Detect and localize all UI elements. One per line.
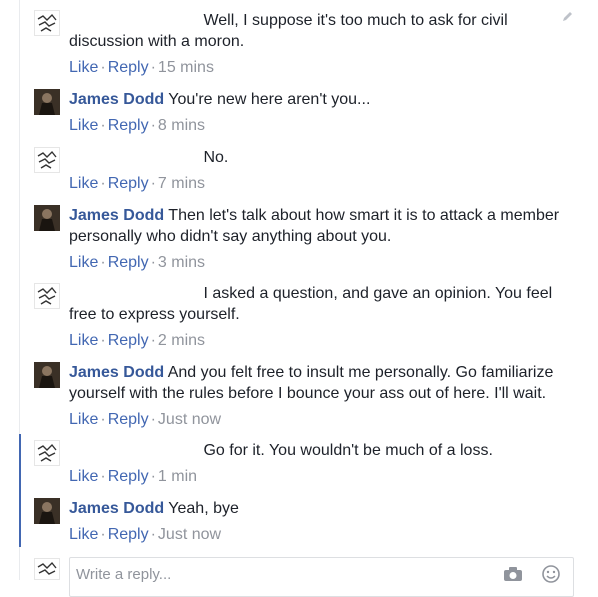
timestamp[interactable]: 15 mins xyxy=(158,59,214,76)
timestamp[interactable]: 7 mins xyxy=(158,175,205,192)
timestamp[interactable]: 1 min xyxy=(158,468,197,485)
redacted-name xyxy=(69,287,199,301)
redacted-name xyxy=(69,151,199,165)
comment-actions: Like · Reply · 7 mins xyxy=(69,175,206,192)
timestamp[interactable]: 2 mins xyxy=(158,332,205,349)
timestamp[interactable]: 8 mins xyxy=(158,117,205,134)
avatar[interactable] xyxy=(34,362,60,388)
author-name[interactable]: James Dodd xyxy=(69,207,164,224)
thread-highlight-bar xyxy=(19,434,21,547)
avatar[interactable] xyxy=(34,89,60,115)
author-name[interactable]: James Dodd xyxy=(69,91,164,108)
comment-actions: Like · Reply · 8 mins xyxy=(69,117,206,134)
comment-text: No. xyxy=(203,149,229,166)
pencil-icon[interactable] xyxy=(561,10,574,23)
avatar[interactable] xyxy=(34,147,60,173)
comment-actions: Like · Reply · 15 mins xyxy=(69,59,214,76)
timestamp[interactable]: Just now xyxy=(158,526,221,543)
like-link[interactable]: Like xyxy=(69,59,98,76)
reply-link[interactable]: Reply xyxy=(108,59,149,76)
like-link[interactable]: Like xyxy=(69,526,98,543)
reply-link[interactable]: Reply xyxy=(108,175,149,192)
comment-text: You're new here aren't you... xyxy=(168,91,371,108)
reply-link[interactable]: Reply xyxy=(108,117,149,134)
like-link[interactable]: Like xyxy=(69,254,98,271)
avatar[interactable] xyxy=(34,498,60,524)
comment-actions: Like · Reply · 2 mins xyxy=(69,332,206,349)
avatar[interactable] xyxy=(34,283,60,309)
like-link[interactable]: Like xyxy=(69,332,98,349)
redacted-name xyxy=(69,444,199,458)
reply-input[interactable] xyxy=(70,558,470,583)
reply-link[interactable]: Reply xyxy=(108,411,149,428)
avatar[interactable] xyxy=(34,440,60,466)
comment-actions: Like · Reply · Just now xyxy=(69,526,222,543)
like-link[interactable]: Like xyxy=(69,468,98,485)
reply-link[interactable]: Reply xyxy=(108,468,149,485)
avatar[interactable] xyxy=(34,10,60,36)
emoji-icon[interactable] xyxy=(541,564,561,584)
like-link[interactable]: Like xyxy=(69,175,98,192)
reply-link[interactable]: Reply xyxy=(108,254,149,271)
comment-text: Yeah, bye xyxy=(168,500,239,517)
avatar[interactable] xyxy=(34,205,60,231)
comment-actions: Like · Reply · Just now xyxy=(69,411,222,428)
timestamp[interactable]: Just now xyxy=(158,411,221,428)
reply-composer xyxy=(69,557,574,597)
current-user-avatar xyxy=(34,558,60,580)
comment-actions: Like · Reply · 1 min xyxy=(69,468,198,485)
redacted-name xyxy=(69,14,199,28)
author-name[interactable]: James Dodd xyxy=(69,500,164,517)
like-link[interactable]: Like xyxy=(69,411,98,428)
comment-text: Go for it. You wouldn't be much of a los… xyxy=(203,442,493,459)
author-name[interactable]: James Dodd xyxy=(69,364,164,381)
comment-actions: Like · Reply · 3 mins xyxy=(69,254,206,271)
reply-link[interactable]: Reply xyxy=(108,332,149,349)
timestamp[interactable]: 3 mins xyxy=(158,254,205,271)
reply-link[interactable]: Reply xyxy=(108,526,149,543)
like-link[interactable]: Like xyxy=(69,117,98,134)
